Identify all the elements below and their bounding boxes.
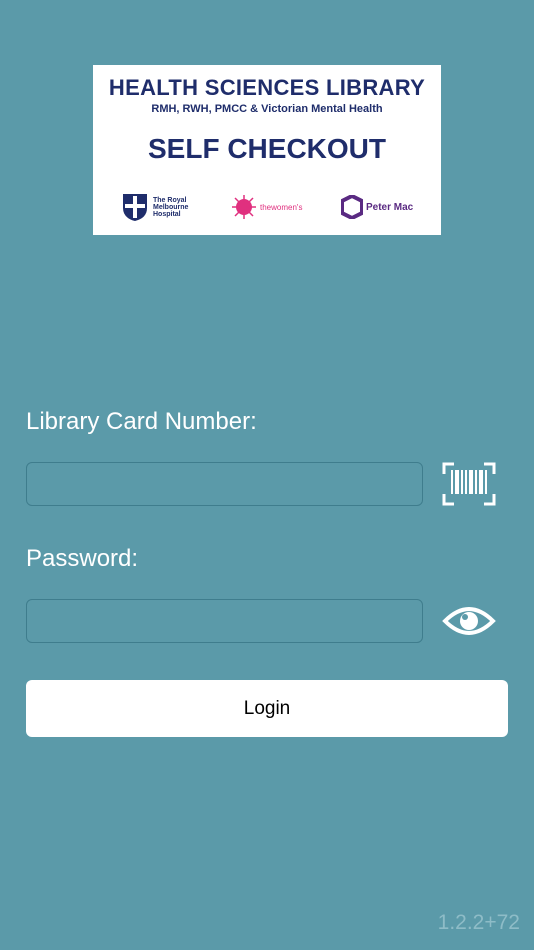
rmh-logo: The Royal Melbourne Hospital [121,192,197,222]
library-banner: HEALTH SCIENCES LIBRARY RMH, RWH, PMCC &… [93,65,441,235]
login-button[interactable]: Login [26,680,508,737]
banner-title: HEALTH SCIENCES LIBRARY [108,75,426,100]
toggle-password-visibility-button[interactable] [441,598,497,644]
card-number-input[interactable] [26,462,423,506]
card-number-label: Library Card Number: [26,408,257,435]
barcode-scan-icon [442,462,496,506]
womens-logo: thewomen's [231,192,302,222]
banner-checkout-heading: SELF CHECKOUT [148,133,386,164]
barcode-scan-button[interactable] [441,461,497,507]
womens-burst-icon [232,195,256,219]
password-label: Password: [26,545,139,572]
rmh-logo-text: The Royal Melbourne Hospital [153,196,189,218]
petermac-logo: Peter Mac [341,192,413,222]
petermac-hexagon-icon [341,195,363,219]
app-version: 1.2.2+72 [437,911,520,934]
banner-subtitle: RMH, RWH, PMCC & Victorian Mental Health [151,103,383,115]
password-input[interactable] [26,599,423,643]
petermac-logo-text: Peter Mac [366,201,414,213]
womens-logo-text: thewomen's [260,202,303,212]
eye-icon [442,607,496,635]
rmh-shield-icon [123,194,147,221]
